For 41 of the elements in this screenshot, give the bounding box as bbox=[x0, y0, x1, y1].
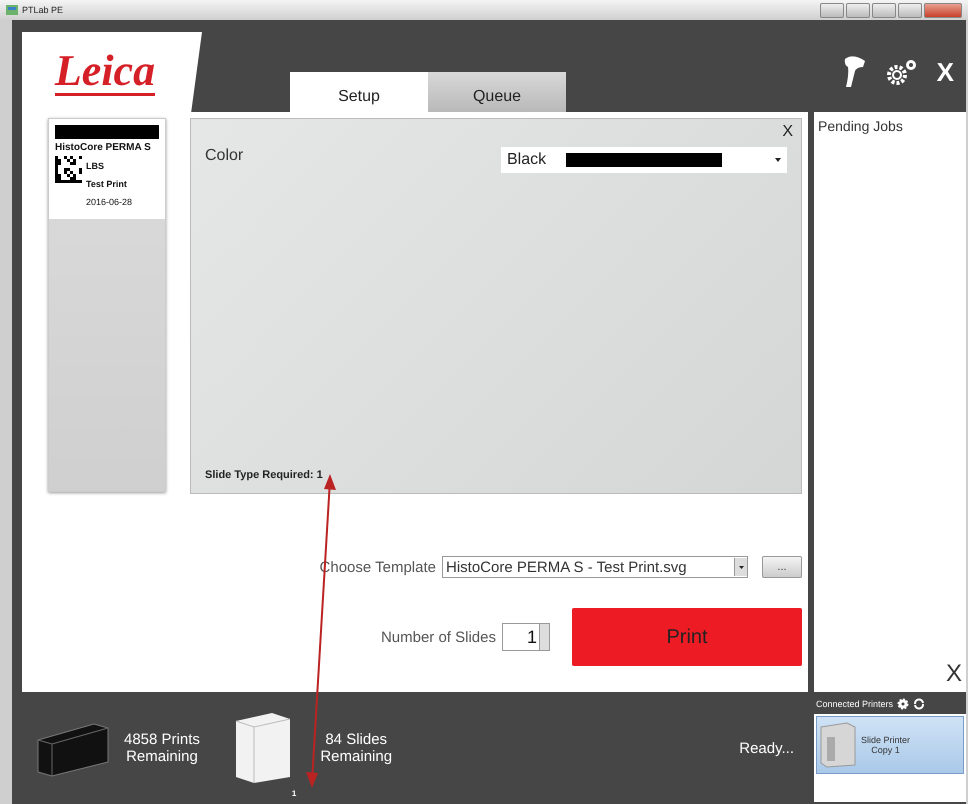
settings-icon[interactable] bbox=[897, 698, 910, 710]
label-title: HistoCore PERMA S bbox=[55, 142, 152, 153]
slide-count: 1 bbox=[292, 789, 296, 798]
tab[interactable]: Setup bbox=[290, 72, 428, 112]
close-app-button[interactable]: X bbox=[936, 56, 954, 88]
clear-jobs-button[interactable]: X bbox=[946, 662, 962, 686]
window-title: PTLab PE bbox=[22, 5, 64, 15]
window-control[interactable] bbox=[846, 2, 870, 18]
dropdown-toggle[interactable] bbox=[734, 558, 747, 576]
tab[interactable]: Queue bbox=[428, 72, 566, 112]
color-label: Color bbox=[205, 147, 244, 166]
printers-title: Connected Printers bbox=[816, 699, 894, 709]
app-icon bbox=[6, 5, 18, 15]
label-text: Test Print bbox=[86, 179, 127, 189]
caret-icon bbox=[775, 158, 781, 162]
print-button[interactable]: Print bbox=[572, 608, 802, 666]
slide-type-text: Slide Type Required: 1 bbox=[205, 469, 324, 481]
close-button[interactable] bbox=[924, 2, 962, 18]
label-text: LBS bbox=[86, 161, 104, 171]
matrix-code-icon bbox=[55, 156, 82, 183]
status-text: Ready... bbox=[739, 740, 794, 756]
color-dropdown[interactable]: Black bbox=[501, 147, 787, 173]
printer-item[interactable]: Slide Printer Copy 1 bbox=[816, 716, 964, 774]
slides-label: Number of Slides bbox=[380, 628, 496, 646]
template-dropdown[interactable]: HistoCore PERMA S - Test Print.svg bbox=[442, 556, 748, 578]
slides-remaining: 84 Slides Remaining bbox=[320, 731, 392, 765]
printer-name: Slide Printer Copy 1 bbox=[861, 735, 910, 755]
refresh-icon[interactable] bbox=[913, 698, 926, 710]
caret-icon bbox=[738, 566, 744, 568]
logo: Leica bbox=[54, 48, 156, 96]
slides-spinner[interactable]: 1 bbox=[502, 623, 550, 651]
maximize-button[interactable] bbox=[898, 2, 922, 18]
label-text: 2016-06-28 bbox=[86, 197, 132, 207]
scanner-icon[interactable] bbox=[842, 55, 867, 89]
window-control[interactable] bbox=[820, 2, 844, 18]
settings-icon[interactable] bbox=[884, 57, 919, 87]
prints-remaining: 4858 Prints Remaining bbox=[124, 731, 200, 765]
browse-button[interactable]: ... bbox=[762, 556, 802, 578]
close-panel-button[interactable]: X bbox=[782, 123, 793, 141]
pending-jobs-title: Pending Jobs bbox=[818, 118, 904, 134]
minimize-button[interactable] bbox=[872, 2, 896, 18]
